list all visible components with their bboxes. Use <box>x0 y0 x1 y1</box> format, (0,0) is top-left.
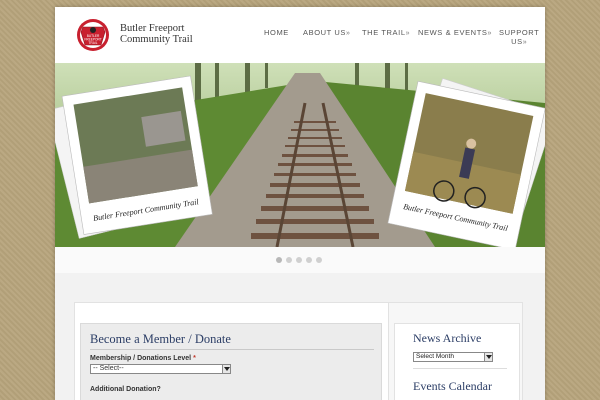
nav-item-news-events[interactable]: NEWS & EVENTS» <box>418 28 492 38</box>
nav-label: ABOUT US <box>303 28 347 37</box>
news-archive-value: Select Month <box>416 353 454 360</box>
chevron-right-icon: » <box>522 39 528 46</box>
nav-label: SUPPORT <box>499 28 540 37</box>
main-nav: HOME ABOUT US» THE TRAIL» NEWS & EVENTS»… <box>255 7 545 63</box>
membership-form: Become a Member / Donate Membership / Do… <box>80 323 382 400</box>
membership-level-text: Membership / Donations Level <box>90 355 192 362</box>
nav-label: HOME <box>264 28 289 37</box>
form-title: Become a Member / Donate <box>90 332 231 346</box>
chevron-down-icon <box>222 365 230 373</box>
slider-dot-5[interactable] <box>316 257 322 263</box>
nav-item-about-us[interactable]: ABOUT US» <box>303 28 351 38</box>
divider <box>413 368 507 369</box>
site-logo[interactable]: BUTLER FREEPORT TRAIL Butler Freeport Co… <box>75 18 215 52</box>
slider-dot-1[interactable] <box>276 257 282 263</box>
required-marker: * <box>193 355 196 362</box>
site-name: Butler Freeport Community Trail <box>120 23 193 45</box>
additional-donation-label: Additional Donation? <box>90 386 161 393</box>
slider-dot-2[interactable] <box>286 257 292 263</box>
divider <box>90 349 374 350</box>
site-name-line2: Community Trail <box>120 34 193 45</box>
nav-item-support-us[interactable]: SUPPORT US» <box>499 28 539 47</box>
events-calendar-title: Events Calendar <box>413 379 492 393</box>
nav-label: THE TRAIL <box>362 28 406 37</box>
membership-level-select[interactable]: -- Select-- <box>90 364 231 374</box>
page: BUTLER FREEPORT TRAIL Butler Freeport Co… <box>55 7 545 400</box>
slider-dot-4[interactable] <box>306 257 312 263</box>
nav-label-line2: US <box>511 37 523 46</box>
slider-pagination <box>55 247 545 273</box>
site-name-line1: Butler Freeport <box>120 23 185 34</box>
sidebar: News Archive Select Month Events Calenda… <box>388 303 522 400</box>
chevron-right-icon: » <box>405 30 411 37</box>
nav-label: NEWS & EVENTS <box>418 28 488 37</box>
nav-item-home[interactable]: HOME <box>264 28 289 37</box>
chevron-right-icon: » <box>487 30 492 37</box>
membership-level-label: Membership / Donations Level * <box>90 355 196 362</box>
chevron-down-icon <box>484 353 492 361</box>
content-area: Become a Member / Donate Membership / Do… <box>74 302 523 400</box>
nav-item-the-trail[interactable]: THE TRAIL» <box>362 28 410 38</box>
slider-dot-3[interactable] <box>296 257 302 263</box>
hero-image: Butler Freeport Community Trail Butler F… <box>55 63 545 247</box>
membership-level-value: -- Select-- <box>93 365 124 372</box>
keystone-badge-icon: BUTLER FREEPORT TRAIL <box>77 19 109 51</box>
badge-text-3: TRAIL <box>88 41 97 45</box>
sidebar-widgets: News Archive Select Month Events Calenda… <box>394 323 520 400</box>
news-archive-select[interactable]: Select Month <box>413 352 493 362</box>
chevron-right-icon: » <box>346 30 351 37</box>
site-header: BUTLER FREEPORT TRAIL Butler Freeport Co… <box>55 7 545 63</box>
news-archive-title: News Archive <box>413 331 482 345</box>
hero-slider[interactable]: Butler Freeport Community Trail Butler F… <box>55 63 545 247</box>
